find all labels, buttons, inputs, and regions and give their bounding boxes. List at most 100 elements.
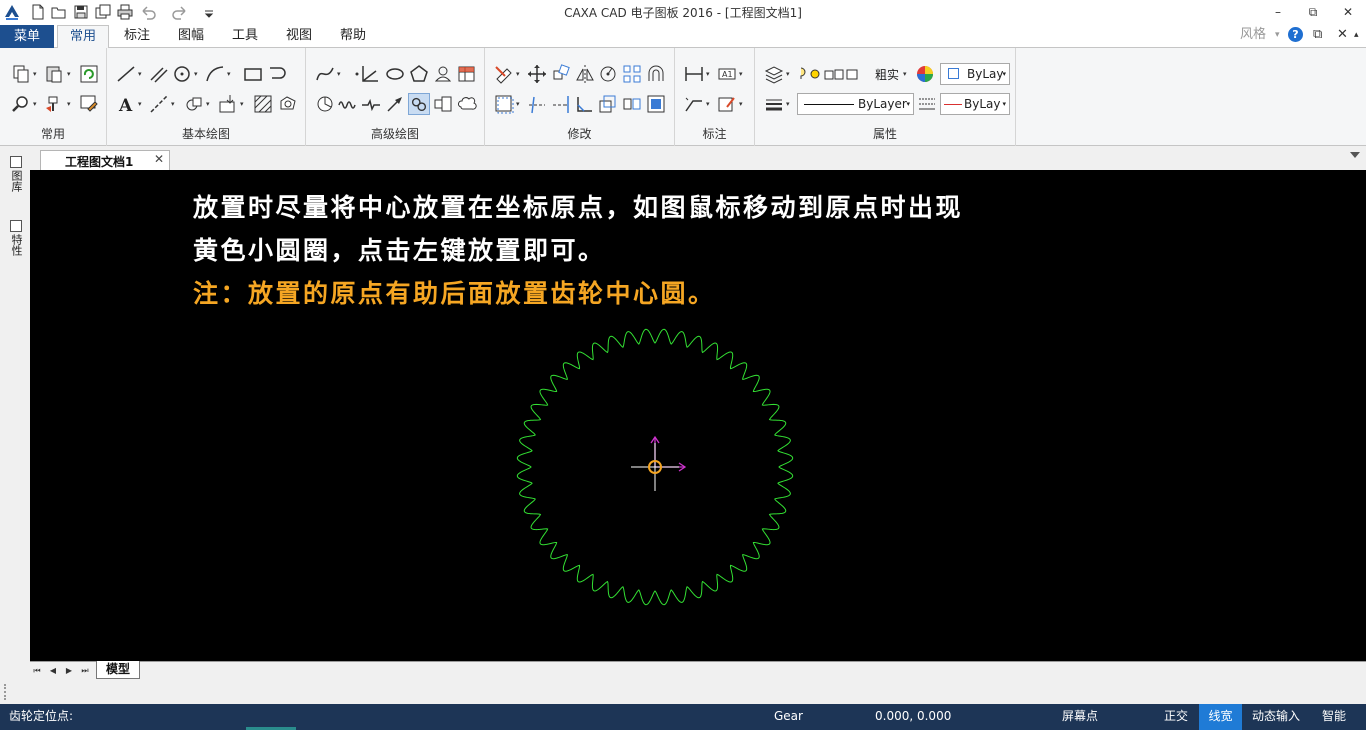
- command-grip-icon[interactable]: [4, 684, 6, 700]
- smart-snap-toggle[interactable]: 智能: [1322, 704, 1346, 730]
- explode-icon[interactable]: [493, 93, 515, 115]
- line-dropdown-icon[interactable]: ▾: [138, 63, 144, 85]
- paste-icon[interactable]: [43, 63, 65, 85]
- insert-dropdown-icon[interactable]: ▾: [240, 93, 246, 115]
- command-area[interactable]: [0, 680, 1366, 704]
- doc-restore-button[interactable]: ⧉: [1313, 24, 1322, 46]
- side-tab-properties[interactable]: 特性: [8, 234, 24, 259]
- leader-dropdown-icon[interactable]: ▾: [706, 93, 712, 115]
- centerline-icon[interactable]: [148, 93, 170, 115]
- tab-view[interactable]: 视图: [274, 25, 324, 49]
- line-weight-icon[interactable]: [763, 93, 785, 115]
- color-select[interactable]: ByLay ▾: [940, 63, 1010, 85]
- color-wheel-icon[interactable]: [914, 63, 936, 85]
- next-layout-icon[interactable]: ▶: [62, 664, 76, 678]
- erase-icon[interactable]: [493, 63, 515, 85]
- ribbon-collapse-icon[interactable]: ▴: [1354, 24, 1359, 46]
- hole-shaft-icon[interactable]: [432, 93, 454, 115]
- style-chevron-down-icon[interactable]: ▾: [1275, 24, 1280, 46]
- insert-block-icon[interactable]: [217, 93, 239, 115]
- drawing-canvas[interactable]: 放置时尽量将中心放置在坐标原点，如图鼠标移动到原点时出现 黄色小圆圈，点击左键放…: [30, 170, 1366, 661]
- library-part-icon[interactable]: [432, 63, 454, 85]
- coord-dropdown-icon[interactable]: ▾: [739, 63, 745, 85]
- ellipse-icon[interactable]: [384, 63, 406, 85]
- explode-dropdown-icon[interactable]: ▾: [516, 93, 522, 115]
- arc-icon[interactable]: [204, 63, 226, 85]
- layer-state-icons[interactable]: [795, 65, 875, 83]
- regenerate-icon[interactable]: [78, 63, 100, 85]
- coordinate-dim-icon[interactable]: A1: [716, 63, 738, 85]
- linetype-manager-icon[interactable]: [916, 93, 938, 115]
- region-icon[interactable]: [277, 93, 299, 115]
- rectangle-icon[interactable]: [242, 63, 264, 85]
- centerline-dropdown-icon[interactable]: ▾: [171, 93, 177, 115]
- properties-brush-icon[interactable]: [78, 93, 100, 115]
- format-painter-icon[interactable]: [43, 93, 65, 115]
- move-icon[interactable]: [526, 63, 548, 85]
- close-button[interactable]: ✕: [1333, 2, 1363, 22]
- lw-dropdown-icon[interactable]: ▾: [786, 93, 792, 115]
- painter-dropdown-icon[interactable]: ▾: [67, 93, 73, 115]
- tab-list-chevron-icon[interactable]: [1350, 152, 1360, 158]
- extend-icon[interactable]: [550, 93, 572, 115]
- color-select-secondary[interactable]: ByLay ▾: [940, 93, 1010, 115]
- doc-close-button[interactable]: ✕: [1337, 24, 1348, 46]
- cloud-line-icon[interactable]: [456, 93, 478, 115]
- copy-dropdown-icon[interactable]: ▾: [33, 63, 39, 85]
- text-icon[interactable]: A: [115, 93, 137, 115]
- isometric-icon[interactable]: [314, 93, 336, 115]
- linetype-select[interactable]: ByLayer ▾: [797, 93, 914, 115]
- tab-sheet[interactable]: 图幅: [166, 25, 216, 49]
- annotation-dropdown-icon[interactable]: ▾: [739, 93, 745, 115]
- partial-view-icon[interactable]: [645, 93, 667, 115]
- tab-tools[interactable]: 工具: [220, 25, 270, 49]
- dimension-icon[interactable]: [683, 63, 705, 85]
- gear-icon[interactable]: [408, 93, 430, 115]
- document-tab-close-icon[interactable]: ✕: [154, 152, 164, 166]
- first-layout-icon[interactable]: ⏮: [30, 664, 44, 678]
- text-dropdown-icon[interactable]: ▾: [138, 93, 144, 115]
- library-panel-icon[interactable]: [10, 156, 22, 168]
- ortho-toggle[interactable]: 正交: [1164, 704, 1188, 730]
- wave-line-icon[interactable]: [336, 93, 358, 115]
- arc-dropdown-icon[interactable]: ▾: [227, 63, 233, 85]
- scale-icon[interactable]: [597, 93, 619, 115]
- screen-point-toggle[interactable]: 屏幕点: [1062, 704, 1098, 730]
- arrow-icon[interactable]: [384, 93, 406, 115]
- dimension-dropdown-icon[interactable]: ▾: [706, 63, 712, 85]
- tab-model[interactable]: 模型: [96, 661, 140, 679]
- polygon-icon[interactable]: [408, 63, 430, 85]
- text-annotation-icon[interactable]: [716, 93, 738, 115]
- properties-panel-icon[interactable]: [10, 220, 22, 232]
- restore-button[interactable]: ⧉: [1298, 2, 1328, 22]
- zoom-dropdown-icon[interactable]: ▾: [33, 93, 39, 115]
- layer-manager-icon[interactable]: [763, 63, 785, 85]
- circle-dropdown-icon[interactable]: ▾: [194, 63, 200, 85]
- array-icon[interactable]: [621, 63, 643, 85]
- circle-icon[interactable]: [171, 63, 193, 85]
- chamfer-icon[interactable]: [574, 93, 596, 115]
- minimize-button[interactable]: –: [1263, 2, 1293, 22]
- lineweight-toggle[interactable]: 线宽: [1199, 704, 1242, 730]
- tab-common[interactable]: 常用: [57, 25, 109, 49]
- fillet-curve-icon[interactable]: [266, 63, 288, 85]
- leader-icon[interactable]: [683, 93, 705, 115]
- angle-line-icon[interactable]: [359, 63, 381, 85]
- last-layout-icon[interactable]: ⏭: [78, 664, 92, 678]
- lineweight-label[interactable]: 粗实: [875, 66, 899, 83]
- stretch-icon[interactable]: [597, 63, 619, 85]
- rotate-icon[interactable]: [550, 63, 572, 85]
- mirror-icon[interactable]: [574, 63, 596, 85]
- spline-icon[interactable]: [314, 63, 336, 85]
- tab-dimension[interactable]: 标注: [112, 25, 162, 49]
- document-tab[interactable]: 工程图文档1 ✕: [40, 150, 170, 170]
- offset-icon[interactable]: [645, 63, 667, 85]
- lineweight-dropdown-icon[interactable]: ▾: [903, 63, 909, 85]
- break-line-icon[interactable]: [360, 93, 382, 115]
- hatch-icon[interactable]: [252, 93, 274, 115]
- prev-layout-icon[interactable]: ◀: [46, 664, 60, 678]
- side-tab-library[interactable]: 图库: [8, 170, 24, 195]
- copy-icon[interactable]: [10, 63, 32, 85]
- block-icon[interactable]: [183, 93, 205, 115]
- menu-button[interactable]: 菜单: [0, 25, 54, 48]
